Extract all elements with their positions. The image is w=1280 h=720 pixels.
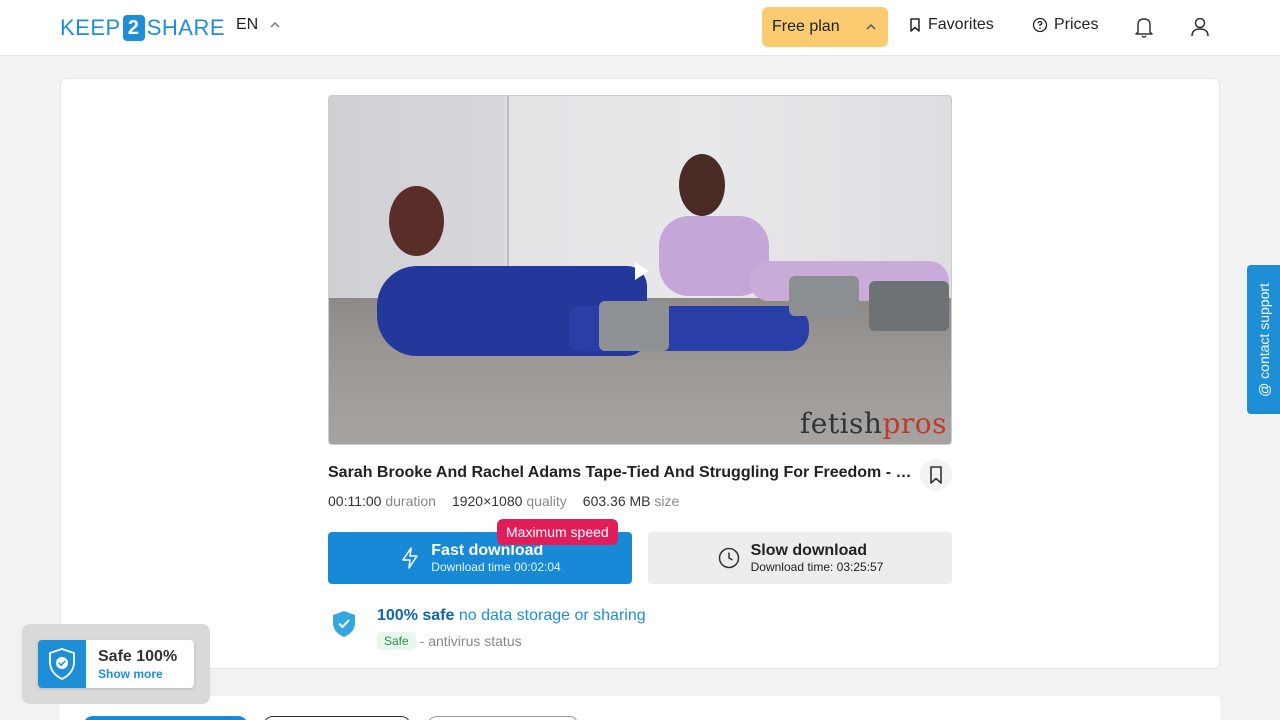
video-figure	[599, 301, 669, 351]
top-header: KEEP 2 SHARE EN Free plan Favorites Prices	[0, 0, 1280, 56]
logo-text-left: KEEP	[60, 15, 121, 40]
language-selector[interactable]: EN	[236, 16, 282, 34]
fast-download-text: Fast download Download time 00:02:04	[431, 542, 560, 574]
bell-icon[interactable]	[1133, 15, 1155, 39]
clock-icon	[718, 547, 739, 569]
video-figure	[789, 276, 859, 316]
lower-tab-active[interactable]	[83, 716, 248, 720]
antivirus-status-text: - antivirus status	[419, 633, 522, 649]
watermark-part-b: pros	[882, 407, 947, 440]
video-watermark: fetishpros	[800, 407, 947, 440]
duration-label: duration	[385, 493, 436, 509]
bookmark-icon	[930, 466, 942, 484]
meta-size: 603.36 MB size	[583, 493, 680, 509]
quality-value: 1920×1080	[451, 493, 523, 509]
bookmark-button[interactable]	[920, 459, 952, 491]
duration-value: 00:11:00	[328, 493, 382, 509]
watermark-part-a: fetish	[799, 407, 883, 440]
safe-popup[interactable]: Safe 100% Show more	[38, 640, 194, 688]
max-speed-badge: Maximum speed	[497, 519, 618, 545]
language-label: EN	[236, 16, 259, 33]
logo-text-right: SHARE	[146, 15, 225, 40]
safety-headline: 100% safe no data storage or sharing	[377, 607, 646, 625]
safety-headline-rest: no data storage or sharing	[458, 607, 646, 624]
video-figure	[869, 281, 949, 331]
safety-headline-bold: 100% safe	[377, 607, 455, 624]
meta-duration: 00:11:00 duration	[328, 493, 436, 509]
size-label: size	[654, 493, 680, 509]
meta-quality: 1920×1080 quality	[452, 493, 567, 509]
contact-support-tab[interactable]: @ contact support	[1247, 265, 1280, 414]
antivirus-status: Safe - antivirus status	[377, 632, 522, 650]
prices-label: Prices	[1054, 16, 1099, 33]
show-more-link[interactable]: Show more	[98, 667, 163, 681]
logo-text-mid: 2	[122, 15, 145, 41]
video-figure	[679, 154, 725, 216]
prices-link[interactable]: Prices	[1032, 16, 1098, 34]
video-figure	[389, 186, 444, 256]
question-circle-icon	[1032, 17, 1048, 33]
safe-badge: Safe	[377, 632, 416, 650]
slow-download-label: Slow download	[750, 542, 868, 559]
contact-support-label: @ contact support	[1255, 282, 1272, 397]
shield-check-icon	[333, 611, 355, 637]
slow-download-time: Download time: 03:25:57	[750, 560, 884, 574]
plan-label: Free plan	[772, 18, 840, 35]
play-icon[interactable]	[635, 262, 649, 280]
file-title: Sarah Brooke And Rachel Adams Tape-Tied …	[328, 464, 920, 481]
safe-popup-title: Safe 100%	[98, 648, 178, 665]
video-preview[interactable]: fetishpros	[328, 95, 952, 445]
lower-tab[interactable]	[263, 716, 411, 720]
shield-check-icon	[49, 648, 75, 681]
safe-popup-icon-box	[38, 640, 86, 688]
size-value: 603.36 MB	[582, 493, 651, 509]
favorites-link[interactable]: Favorites	[908, 16, 994, 34]
chevron-up-icon	[866, 23, 876, 30]
user-icon[interactable]	[1189, 15, 1211, 39]
bookmark-icon	[910, 18, 920, 32]
chevron-up-icon	[270, 21, 280, 28]
plan-button[interactable]: Free plan	[762, 7, 888, 47]
slow-download-text: Slow download Download time: 03:25:57	[751, 542, 884, 574]
slow-download-button[interactable]: Slow download Download time: 03:25:57	[648, 532, 952, 584]
fast-download-time: Download time 00:02:04	[431, 560, 561, 574]
file-meta: 00:11:00 duration 1920×1080 quality 603.…	[328, 493, 679, 509]
lower-tab[interactable]	[427, 716, 579, 720]
quality-label: quality	[526, 493, 567, 509]
lightning-icon	[402, 547, 419, 569]
keep2share-logo[interactable]: KEEP 2 SHARE	[60, 14, 225, 42]
favorites-label: Favorites	[928, 16, 994, 33]
